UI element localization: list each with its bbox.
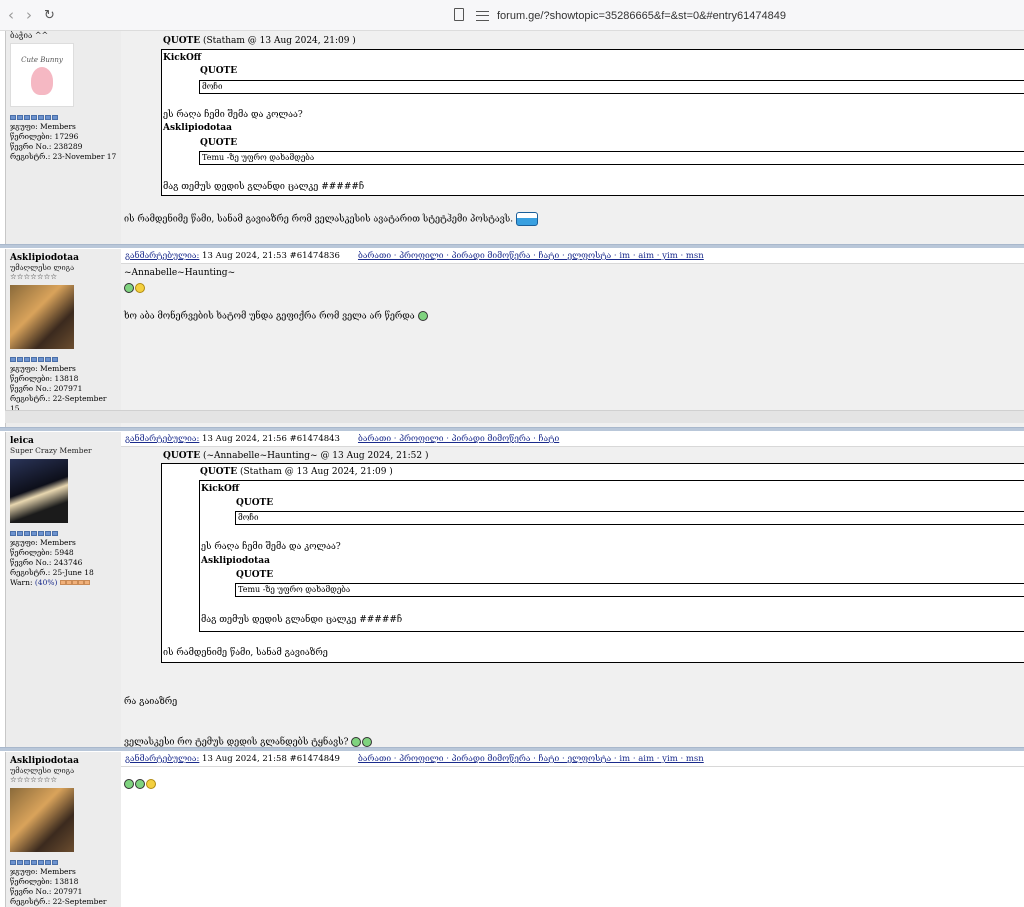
post-date: 13 Aug 2024, 21:56 #61474843: [199, 434, 340, 444]
back-icon[interactable]: ‹: [8, 8, 14, 23]
post: Asklipiodotaa უმაღლესი ლიგა ☆☆☆☆☆☆☆ ჯგუფ…: [0, 249, 1024, 427]
member-number: წევრი No.: 207971: [10, 887, 83, 896]
rank-pips: [10, 860, 117, 865]
nested-quote: Temu -ზე უფრო დახამდება: [199, 151, 1024, 165]
address-bar[interactable]: forum.ge/?showtopic=35286665&f=&st=0&#en…: [476, 7, 786, 24]
user-links[interactable]: ბარათი · პროფილი · პირადი მიმოწერა · ჩატ…: [358, 434, 559, 444]
author-name[interactable]: leica: [6, 432, 121, 446]
member-number: წევრი No.: 238289: [10, 142, 83, 151]
nested-quote: მოჩი: [235, 511, 1024, 525]
author-name[interactable]: Asklipiodotaa: [6, 249, 121, 263]
registration-date: რეგისტრ.: 22-September 15: [10, 897, 107, 906]
permalink[interactable]: განმარტებულია:: [125, 434, 199, 444]
post-header: განმარტებულია: 13 Aug 2024, 21:56 #61474…: [121, 432, 1024, 447]
post-count: წერილები: 5948: [10, 548, 74, 557]
post-body: ~Annabelle~Haunting~ ხო აბა მონერვების ხ…: [121, 264, 1024, 427]
author-name[interactable]: Asklipiodotaa: [6, 752, 121, 766]
post-divider: [0, 427, 1024, 431]
post-divider: [0, 747, 1024, 751]
site-settings-icon[interactable]: [476, 10, 489, 21]
rank-pips: [10, 531, 117, 536]
post-header: განმარტებულია: 13 Aug 2024, 21:53 #61474…: [121, 249, 1024, 264]
permalink[interactable]: განმარტებულია:: [125, 754, 199, 764]
smiley-icon: [417, 311, 428, 321]
author-title: უმაღლესი ლიგა ☆☆☆☆☆☆☆: [10, 263, 75, 281]
chick-smiley-icon: [146, 779, 156, 789]
member-group: ჯგუფი: Members: [10, 538, 76, 547]
avatar: [10, 285, 74, 349]
post-count: წერილები: 17296: [10, 132, 79, 141]
quote-box: KickOff QUOTE მოჩი ეს რაღა ჩემი შემა და …: [161, 49, 1024, 196]
bunny-icon: [31, 66, 53, 95]
bookmark-icon[interactable]: [454, 8, 464, 21]
avatar: [10, 788, 74, 852]
chick-smiley-icon: [135, 283, 145, 293]
member-group: ჯგუფი: Members: [10, 364, 76, 373]
post-count: წერილები: 13818: [10, 374, 79, 383]
post-author-panel: Asklipiodotaa უმაღლესი ლიგა ☆☆☆☆☆☆☆ ჯგუფ…: [5, 249, 121, 427]
author-title: Super Crazy Member: [10, 446, 92, 455]
post: leica Super Crazy Member ჯგუფი: Members …: [0, 432, 1024, 748]
post-body: QUOTE (~Annabelle~Haunting~ @ 13 Aug 202…: [121, 447, 1024, 748]
nested-quote: მოჩი: [199, 80, 1024, 94]
smiley-icon: [124, 283, 134, 293]
forward-icon[interactable]: ›: [26, 8, 32, 23]
avatar: [10, 459, 68, 523]
post: ბაჭია ^^ Cute Bunny ჯგუფი: Members წერილ…: [0, 31, 1024, 246]
post: Asklipiodotaa უმაღლესი ლიგა ☆☆☆☆☆☆☆ ჯგუფ…: [0, 752, 1024, 907]
member-group: ჯგუფი: Members: [10, 867, 76, 876]
nested-quote: Temu -ზე უფრო დახამდება: [235, 583, 1024, 597]
warn-level: Warn: (40%): [6, 578, 121, 588]
swimming-smiley-icon: [515, 212, 538, 226]
user-links[interactable]: ბარათი · პროფილი · პირადი მიმოწერა · ჩატ…: [358, 251, 704, 261]
rank-pips: [10, 357, 117, 362]
avatar: Cute Bunny: [10, 43, 74, 107]
post-date: 13 Aug 2024, 21:53 #61474836: [199, 251, 340, 261]
member-number: წევრი No.: 243746: [10, 558, 83, 567]
post-author-panel: ბაჭია ^^ Cute Bunny ჯგუფი: Members წერილ…: [5, 31, 121, 246]
browser-toolbar: ‹ › ↻ forum.ge/?showtopic=35286665&f=&st…: [0, 0, 1024, 31]
post-count: წერილები: 13818: [10, 877, 79, 886]
permalink[interactable]: განმარტებულია:: [125, 251, 199, 261]
smiley-icon: [362, 737, 373, 747]
reload-icon[interactable]: ↻: [44, 8, 55, 23]
url-text: forum.ge/?showtopic=35286665&f=&st=0&#en…: [497, 9, 786, 22]
smiley-icon: [351, 737, 362, 747]
nested-quote: KickOff QUOTE მოჩი ეს რაღა ჩემი შემა და …: [199, 480, 1024, 632]
smiley-icon: [124, 779, 134, 789]
member-group: ჯგუფი: Members: [10, 122, 76, 131]
author-title: უმაღლესი ლიგა ☆☆☆☆☆☆☆: [10, 766, 75, 784]
user-links[interactable]: ბარათი · პროფილი · პირადი მიმოწერა · ჩატ…: [358, 754, 704, 764]
rank-pips: [10, 115, 117, 120]
quote-box: QUOTE (Statham @ 13 Aug 2024, 21:09 ) Ki…: [161, 463, 1024, 663]
smiley-icon: [135, 779, 145, 789]
registration-date: რეგისტრ.: 23-November 17: [10, 152, 117, 161]
signature-name: ~Annabelle~Haunting~: [124, 268, 236, 278]
author-name: ბაჭია ^^: [10, 31, 49, 40]
member-number: წევრი No.: 207971: [10, 384, 83, 393]
registration-date: რეგისტრ.: 25-June 18: [10, 568, 94, 577]
post-footer: [5, 410, 1024, 423]
post-author-panel: Asklipiodotaa უმაღლესი ლიგა ☆☆☆☆☆☆☆ ჯგუფ…: [5, 752, 121, 907]
post-header: განმარტებულია: 13 Aug 2024, 21:58 #61474…: [121, 752, 1024, 767]
forum-thread: ბაჭია ^^ Cute Bunny ჯგუფი: Members წერილ…: [0, 31, 1024, 907]
post-body: [121, 767, 1024, 907]
post-body: QUOTE (Statham @ 13 Aug 2024, 21:09 ) Ki…: [121, 31, 1024, 246]
post-date: 13 Aug 2024, 21:58 #61474849: [199, 754, 340, 764]
post-author-panel: leica Super Crazy Member ჯგუფი: Members …: [5, 432, 121, 747]
post-divider: [0, 244, 1024, 248]
